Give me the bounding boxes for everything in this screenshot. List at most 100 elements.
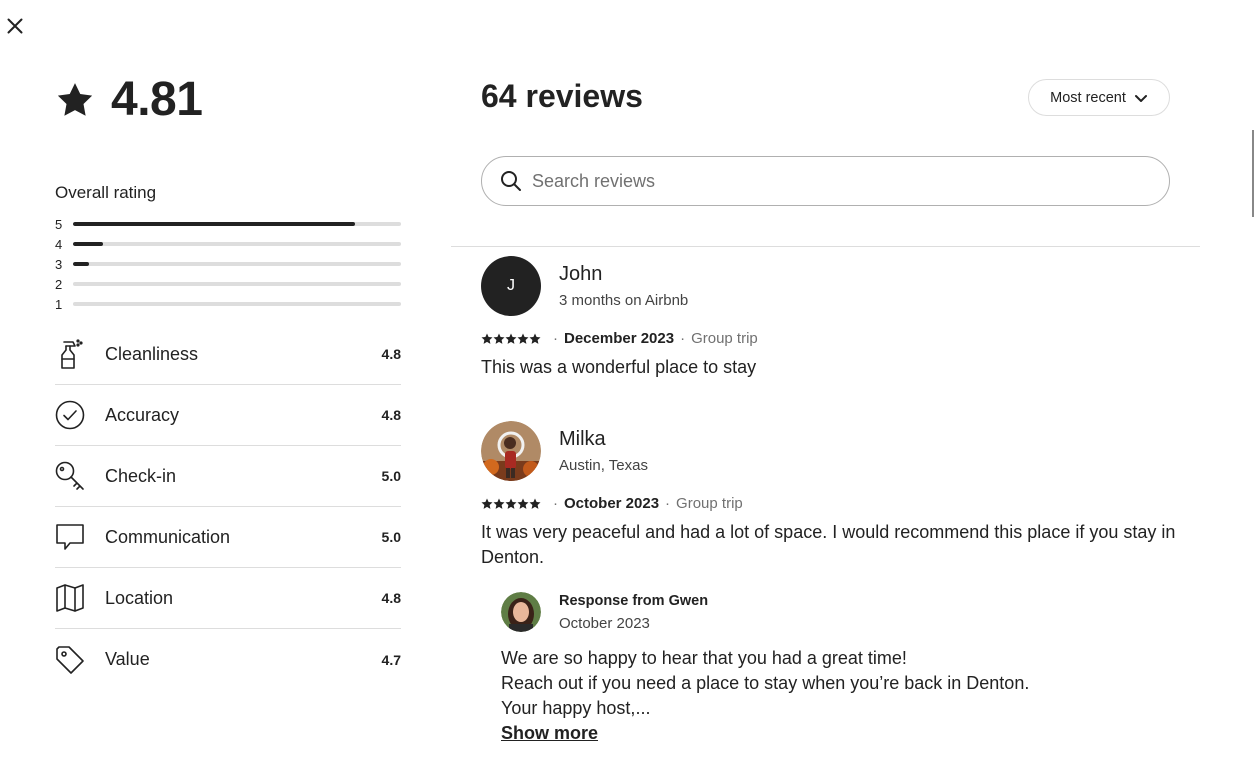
search-field[interactable] [481, 156, 1170, 206]
key-icon [55, 461, 85, 491]
review-date: December 2023 [564, 330, 675, 347]
distribution-bar-fill [73, 222, 356, 226]
response-date: October 2023 [559, 614, 650, 632]
distribution-bar [73, 262, 401, 266]
category-communication: Communication 5.0 [55, 507, 401, 568]
reviews-count-title: 64 reviews [481, 78, 643, 114]
category-value: 5.0 [381, 468, 401, 484]
separator: · [553, 330, 558, 347]
close-button[interactable] [4, 15, 26, 37]
category-value: 5.0 [381, 529, 401, 545]
star-icon [517, 498, 529, 509]
distribution-star-count: 1 [55, 296, 63, 312]
host-response: Response from Gwen October 2023 We are s… [501, 592, 1181, 746]
chevron-down-icon [1134, 94, 1147, 102]
response-line: Your happy host,... [501, 698, 651, 718]
category-value: 4.8 [381, 590, 401, 606]
avatar-initial: J [507, 277, 515, 294]
response-title: Response from Gwen [559, 592, 709, 609]
category-cleanliness: Cleanliness 4.8 [55, 324, 401, 385]
distribution-bar [73, 282, 401, 286]
check-circle-icon [55, 400, 85, 430]
distribution-row: 2 [55, 274, 401, 294]
star-icon [529, 498, 541, 509]
response-text: We are so happy to hear that you had a g… [501, 646, 1181, 746]
category-label: Location [105, 587, 174, 608]
category-location: Location 4.8 [55, 568, 401, 629]
show-more-link[interactable]: Show more [501, 721, 598, 746]
review-item: Milka Austin, Texas · October 2023 · Gro… [481, 421, 1181, 570]
search-input[interactable] [532, 170, 1132, 192]
map-icon [55, 583, 85, 613]
reviewer-name: Milka [559, 428, 606, 450]
review-text: This was a wonderful place to stay [481, 357, 757, 377]
category-value: 4.7 [381, 651, 401, 668]
response-line: Reach out if you need a place to stay wh… [501, 673, 1030, 693]
category-label: Communication [105, 526, 231, 547]
overall-score: 4.81 [55, 72, 203, 127]
reviewer-subtitle: Austin, Texas [559, 457, 648, 474]
category-label: Value [105, 649, 150, 669]
host-avatar[interactable] [501, 592, 541, 632]
star-icon [493, 333, 505, 344]
distribution-row: 1 [55, 294, 401, 314]
distribution-row: 5 [55, 214, 401, 234]
spray-bottle-icon [55, 339, 85, 369]
category-label: Accuracy [105, 404, 180, 425]
separator: · [665, 495, 671, 512]
overall-rating-label: Overall rating [55, 183, 157, 202]
distribution-bar [73, 242, 401, 246]
reviewer-name: John [559, 263, 603, 285]
separator: · [553, 495, 558, 512]
star-icon [481, 498, 493, 509]
category-label: Cleanliness [105, 343, 199, 364]
star-icon [57, 82, 93, 116]
category-value: 4.8 [381, 346, 401, 362]
price-tag-icon [55, 645, 85, 675]
sort-label: Most recent [1050, 89, 1126, 106]
score-value: 4.81 [111, 73, 203, 126]
star-rating [481, 498, 541, 510]
star-icon [517, 333, 529, 344]
search-icon [501, 171, 521, 191]
distribution-row: 3 [55, 254, 401, 274]
distribution-bar [73, 222, 401, 226]
category-check-in: Check-in 5.0 [55, 446, 401, 507]
category-accuracy: Accuracy 4.8 [55, 385, 401, 446]
category-label: Check-in [105, 465, 177, 486]
reviewer-subtitle: 3 months on Airbnb [559, 292, 689, 309]
review-item: J John 3 months on Airbnb · December 202… [481, 256, 1181, 380]
chat-bubble-icon [55, 522, 85, 552]
review-date: October 2023 [564, 495, 660, 512]
avatar[interactable] [481, 421, 541, 481]
star-icon [493, 498, 505, 509]
divider [451, 246, 1200, 247]
distribution-bar-fill [73, 262, 90, 266]
trip-type: Group trip [676, 495, 743, 512]
distribution-row: 4 [55, 234, 401, 254]
category-ratings: Cleanliness 4.8 Accuracy 4.8 Check-in 5.… [55, 324, 401, 690]
star-icon [505, 498, 517, 509]
trip-type: Group trip [691, 330, 758, 347]
avatar-photo [481, 421, 541, 481]
response-line: We are so happy to hear that you had a g… [501, 648, 907, 668]
distribution-star-count: 3 [55, 256, 63, 272]
host-avatar-photo [501, 592, 541, 632]
review-text: It was very peaceful and had a lot of sp… [481, 522, 1176, 567]
distribution-star-count: 4 [55, 236, 63, 252]
distribution-star-count: 2 [55, 276, 63, 292]
distribution-bar [73, 302, 401, 306]
distribution-star-count: 5 [55, 216, 63, 232]
distribution-bar-fill [73, 242, 103, 246]
avatar[interactable]: J [481, 256, 541, 316]
star-icon [505, 333, 517, 344]
star-icon [481, 333, 493, 344]
close-icon [7, 18, 23, 34]
separator: · [680, 330, 686, 347]
category-value: Value 4.7 [55, 629, 401, 690]
sort-dropdown[interactable]: Most recent [1028, 79, 1170, 116]
star-rating [481, 333, 541, 345]
star-icon [529, 333, 541, 344]
rating-distribution: 5 4 3 2 1 [55, 214, 401, 314]
category-value: 4.8 [381, 407, 401, 423]
